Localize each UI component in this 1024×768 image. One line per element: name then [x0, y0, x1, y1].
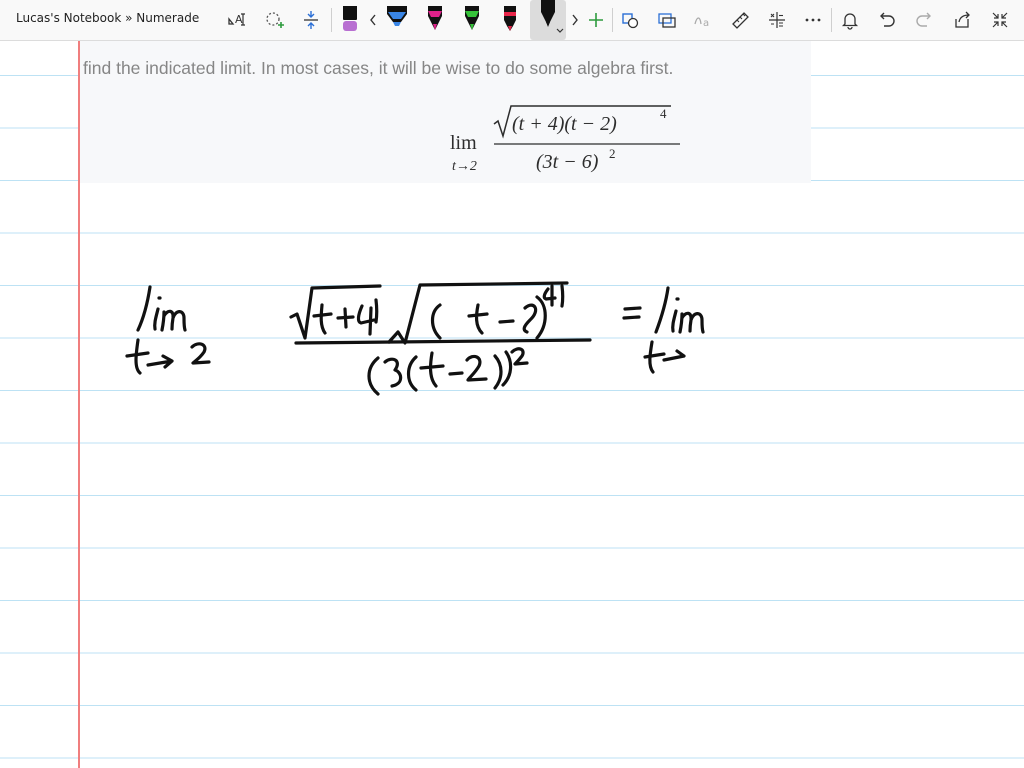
pen-blue-icon[interactable] [383, 6, 411, 34]
toolbar-divider [831, 8, 832, 32]
lasso-select-text-icon[interactable]: A [222, 6, 250, 34]
share-icon[interactable] [948, 6, 976, 34]
limit-formula: lim t→2 (t + 4)(t − 2) 4 (3t − 6) 2 [450, 105, 680, 174]
svg-text:A: A [235, 13, 243, 26]
pen-magenta-icon[interactable] [421, 6, 449, 34]
notification-icon[interactable] [836, 6, 864, 34]
denominator: (3t − 6) [536, 151, 599, 173]
add-pen-icon[interactable] [582, 6, 610, 34]
denominator-exponent: 2 [609, 146, 616, 161]
toolbar-divider [331, 8, 332, 32]
math-icon[interactable] [763, 6, 791, 34]
problem-text: find the indicated limit. In most cases,… [83, 58, 674, 78]
notebook-title: Lucas's Notebook » Numerade [16, 11, 200, 25]
insert-space-icon[interactable] [297, 6, 325, 34]
collapse-icon[interactable] [986, 6, 1014, 34]
chevron-left-icon[interactable] [366, 6, 380, 34]
pen-green-icon[interactable] [458, 6, 486, 34]
shapes-icon[interactable] [616, 6, 644, 34]
undo-icon[interactable] [872, 6, 900, 34]
toolbar: Lucas's Notebook » Numerade A a [0, 0, 1024, 41]
more-icon[interactable] [799, 6, 827, 34]
redo-icon[interactable] [911, 6, 939, 34]
svg-text:a: a [703, 18, 709, 29]
lim-label: lim [450, 132, 477, 154]
toolbar-divider [612, 8, 613, 32]
numerator: (t + 4)(t − 2) [512, 113, 617, 135]
numerator-exponent: 4 [660, 106, 667, 121]
pen-black-icon[interactable] [336, 6, 364, 34]
ruler-icon[interactable] [726, 6, 754, 34]
lasso-icon[interactable] [652, 6, 680, 34]
pen-black-selected-icon[interactable] [530, 0, 566, 40]
problem-clipping[interactable]: find the indicated limit. In most cases,… [80, 41, 811, 183]
lim-subscript: t→2 [452, 159, 477, 174]
pen-red-icon[interactable] [496, 6, 524, 34]
chevron-right-icon[interactable] [568, 6, 582, 34]
lasso-add-icon[interactable] [260, 6, 288, 34]
ink-to-text-icon[interactable]: a [689, 6, 717, 34]
